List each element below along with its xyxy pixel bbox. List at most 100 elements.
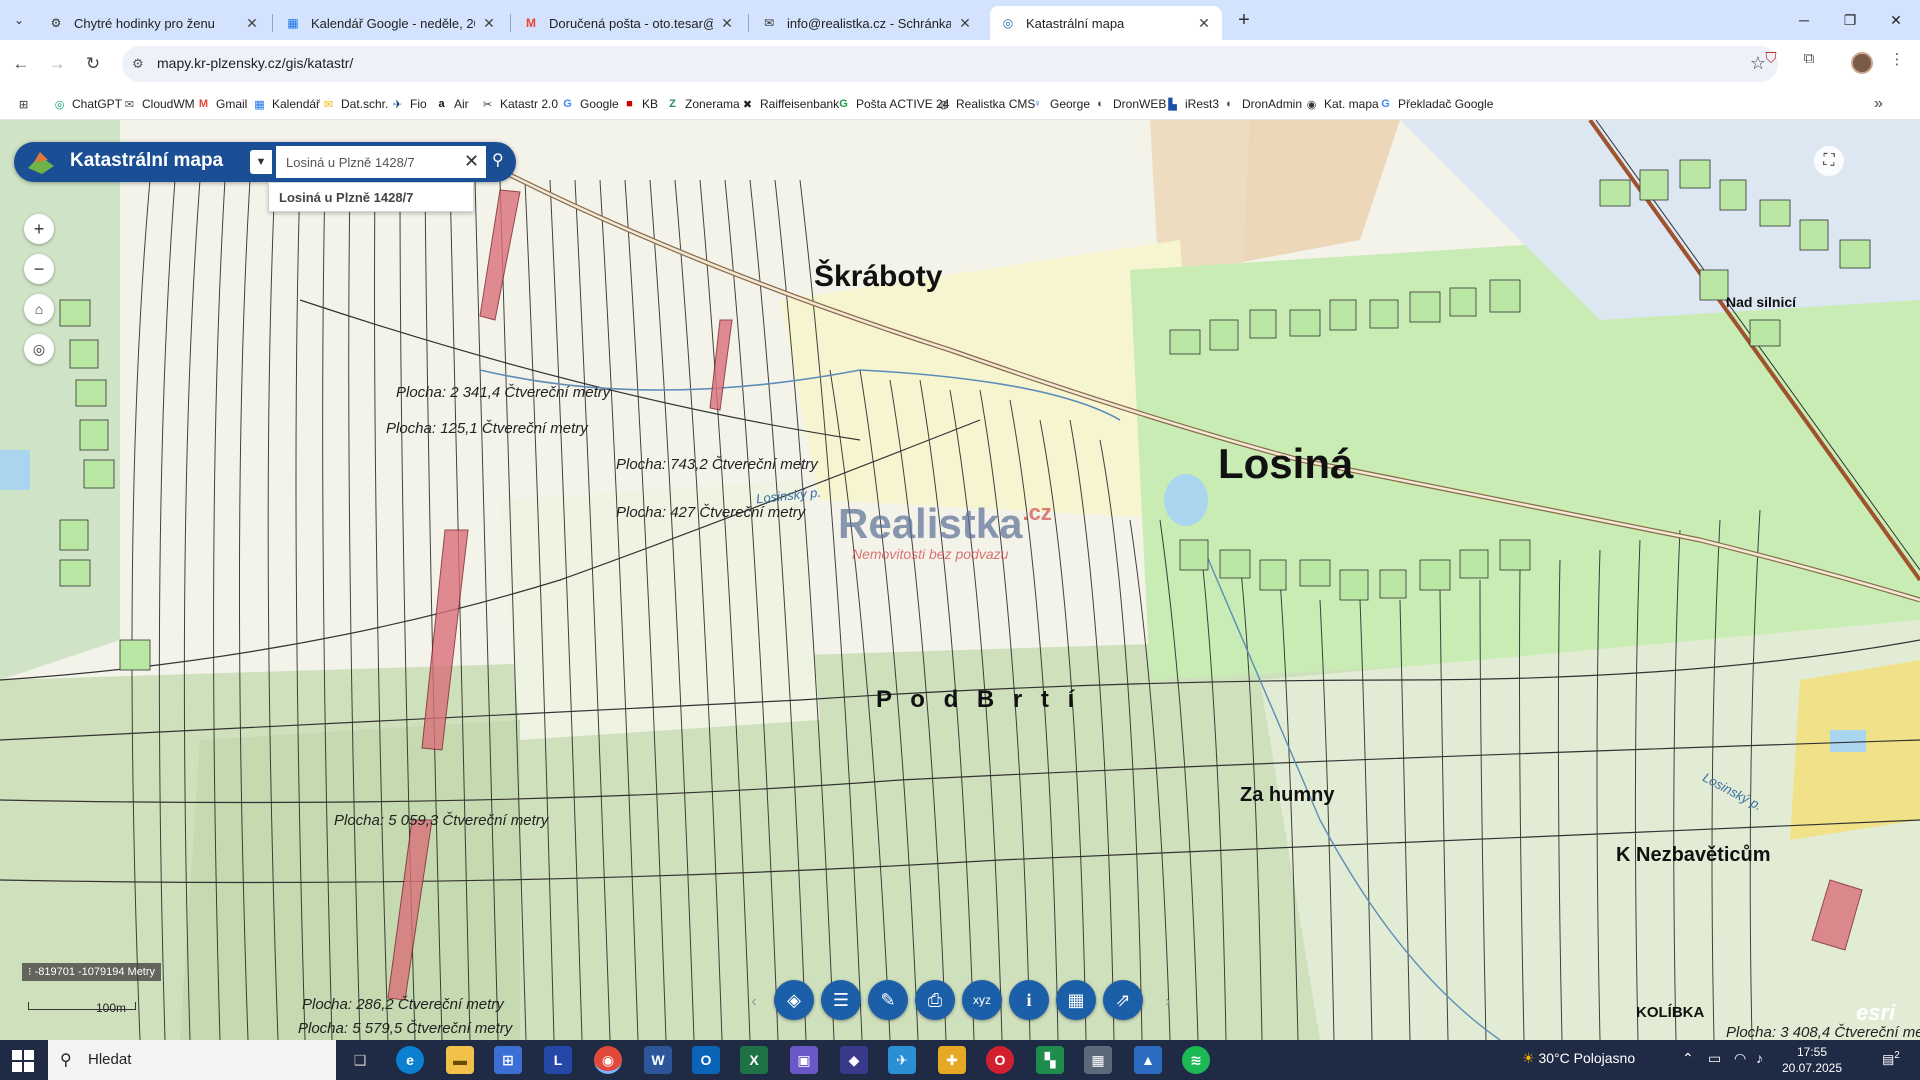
apps-grid-icon[interactable]: ⊞: [16, 95, 36, 113]
tab-search-chevron-icon[interactable]: ⌄: [6, 7, 32, 33]
bookmark-gmail[interactable]: M Gmail: [196, 95, 247, 113]
basemap-icon[interactable]: ▦: [1056, 980, 1096, 1020]
bookmark-kat-mapa[interactable]: ◉ Kat. mapa: [1304, 95, 1379, 113]
address-bar[interactable]: ⚙ mapy.kr-plzensky.cz/gis/katastr/ ☆: [122, 46, 1778, 82]
browser-menu-icon[interactable]: ⋮: [1886, 50, 1908, 72]
zoom-out-button[interactable]: −: [24, 254, 54, 284]
new-tab-button[interactable]: +: [1232, 8, 1256, 32]
info-icon[interactable]: i: [1009, 980, 1049, 1020]
app-l-icon[interactable]: L: [544, 1046, 572, 1074]
close-icon[interactable]: ✕: [1196, 15, 1212, 32]
xyz-icon[interactable]: xyz: [962, 980, 1002, 1020]
volume-icon[interactable]: ♪: [1756, 1050, 1763, 1066]
profile-avatar[interactable]: [1851, 52, 1873, 74]
calculator-icon[interactable]: ▦: [1084, 1046, 1112, 1074]
bookmark-zonerama[interactable]: Z Zonerama: [665, 95, 740, 113]
zoom-in-button[interactable]: +: [24, 214, 54, 244]
tab-katastralni-mapa[interactable]: ◎ Katastrální mapa ✕: [990, 6, 1222, 40]
notifications-icon[interactable]: ▤2: [1882, 1050, 1900, 1067]
layers-icon[interactable]: ◈: [774, 980, 814, 1020]
cadastral-map[interactable]: Škráboty Losiná Nad silnicí P o d B r t …: [0, 120, 1920, 1040]
parcel-search-input[interactable]: [276, 146, 486, 178]
tools-next-icon[interactable]: ›: [1158, 990, 1178, 1014]
close-icon[interactable]: ✕: [244, 15, 260, 32]
bookmark-p-eklada-google[interactable]: G Překladač Google: [1378, 95, 1493, 113]
task-view-icon[interactable]: ❑: [346, 1046, 374, 1074]
excel-icon[interactable]: X: [740, 1046, 768, 1074]
search-suggestion[interactable]: Losiná u Plzně 1428/7: [268, 182, 474, 212]
home-icon[interactable]: ⌂: [24, 294, 54, 324]
bookmark-po-ta-active-24[interactable]: G Pošta ACTIVE 24: [836, 95, 949, 113]
share-icon[interactable]: ⇗: [1103, 980, 1143, 1020]
app-shape-icon[interactable]: ◆: [840, 1046, 868, 1074]
restore-icon[interactable]: ❐: [1838, 8, 1862, 32]
extensions-puzzle-icon[interactable]: ⧉: [1798, 50, 1820, 72]
bookmark-kalend-[interactable]: ▦ Kalendář: [252, 95, 320, 113]
close-icon[interactable]: ✕: [719, 15, 735, 32]
reload-icon[interactable]: ↻: [80, 51, 106, 77]
search-source-dropdown[interactable]: ▼: [250, 150, 272, 174]
bookmark-chatgpt[interactable]: ◎ ChatGPT: [52, 95, 122, 113]
tab-realistka-mail[interactable]: ✉ info@realistka.cz - Schránka zp ✕: [751, 6, 983, 40]
edge-icon[interactable]: e: [396, 1046, 424, 1074]
bookmark-fio[interactable]: ✈ Fio: [390, 95, 427, 113]
taskbar-search[interactable]: ⚲ Hledat: [48, 1040, 336, 1080]
bookmark-dat-schr-[interactable]: ✉ Dat.schr.: [321, 95, 388, 113]
list-icon[interactable]: ☰: [821, 980, 861, 1020]
clock[interactable]: 17:55 20.07.2025: [1772, 1044, 1852, 1076]
bookmark-realistka-cms[interactable]: ◍ Realistka CMS: [936, 95, 1036, 113]
locate-icon[interactable]: ◎: [24, 334, 54, 364]
word-icon[interactable]: W: [644, 1046, 672, 1074]
chrome-icon[interactable]: ◉: [594, 1046, 622, 1074]
save-app-icon[interactable]: ▣: [790, 1046, 818, 1074]
tools-prev-icon[interactable]: ‹: [744, 990, 764, 1014]
app-bird-icon[interactable]: ✈: [888, 1046, 916, 1074]
bookmark-irest3[interactable]: ▙ iRest3: [1165, 95, 1219, 113]
weather-widget[interactable]: ☀ 30°C Polojasno: [1522, 1050, 1635, 1067]
outlook-icon[interactable]: O: [692, 1046, 720, 1074]
app-windows-icon[interactable]: ▚: [1036, 1046, 1064, 1074]
bookmark-air[interactable]: a Air: [434, 95, 468, 113]
extension-save-icon[interactable]: ⛉: [1760, 50, 1782, 72]
bookmark-dronadmin[interactable]: ◐ DronAdmin: [1222, 95, 1302, 113]
app-remote-icon[interactable]: ▲: [1134, 1046, 1162, 1074]
url-text[interactable]: mapy.kr-plzensky.cz/gis/katastr/: [157, 55, 353, 71]
back-icon[interactable]: ←: [8, 51, 34, 77]
bookmark-cloudwm[interactable]: ✉ CloudWM: [122, 95, 195, 113]
bookmark-raiffeisenbank[interactable]: ✖ Raiffeisenbank: [740, 95, 839, 113]
opera-icon[interactable]: O: [986, 1046, 1014, 1074]
app-puzzle-icon[interactable]: ✚: [938, 1046, 966, 1074]
bookmarks-overflow-icon[interactable]: »: [1874, 95, 1883, 113]
bookmark-kb[interactable]: ■ KB: [622, 95, 658, 113]
measure-icon[interactable]: ✎: [868, 980, 908, 1020]
bookmark-katastr-2-0[interactable]: ✂ Katastr 2.0: [480, 95, 558, 113]
tab-kalendar[interactable]: ▦ Kalendář Google - neděle, 20. č ✕: [275, 6, 507, 40]
tray-chevron-icon[interactable]: ⌃: [1682, 1050, 1694, 1067]
spotify-icon[interactable]: ≋: [1182, 1046, 1210, 1074]
close-icon[interactable]: ✕: [481, 15, 497, 32]
bookmark-google[interactable]: G Google: [560, 95, 618, 113]
battery-icon[interactable]: ▭: [1708, 1050, 1721, 1067]
area-label: Plocha: 743,2 Čtvereční metry: [616, 456, 818, 473]
esri-logo: esri: [1856, 1000, 1896, 1025]
fullscreen-icon[interactable]: ⛶: [1814, 146, 1844, 176]
tab-gmail[interactable]: M Doručená pošta - oto.tesar@gm ✕: [513, 6, 745, 40]
file-explorer-icon[interactable]: ▬: [446, 1046, 474, 1074]
weather-text: 30°C Polojasno: [1538, 1050, 1636, 1066]
store-icon[interactable]: ⊞: [494, 1046, 522, 1074]
bookmark-label: KB: [642, 97, 659, 111]
wifi-icon[interactable]: ◠: [1734, 1050, 1746, 1067]
windows-start-icon[interactable]: [12, 1050, 34, 1072]
bookmark-dronweb[interactable]: ◐ DronWEB: [1093, 95, 1166, 113]
site-info-icon[interactable]: ⚙: [132, 56, 144, 72]
search-icon[interactable]: ⚲: [492, 150, 504, 170]
minimize-icon[interactable]: ─: [1792, 8, 1816, 32]
print-icon[interactable]: ⎙: [915, 980, 955, 1020]
area-label: Plocha: 427 Čtvereční metry: [616, 504, 806, 521]
forward-icon[interactable]: →: [44, 51, 70, 77]
close-icon[interactable]: ✕: [957, 15, 973, 32]
window-close-icon[interactable]: ✕: [1884, 8, 1908, 32]
tab-chytre-hodinky[interactable]: ⚙ Chytré hodinky pro ženu ✕: [38, 6, 270, 40]
bookmark-george[interactable]: ♀ George: [1030, 95, 1090, 113]
clear-search-icon[interactable]: ✕: [464, 151, 479, 172]
